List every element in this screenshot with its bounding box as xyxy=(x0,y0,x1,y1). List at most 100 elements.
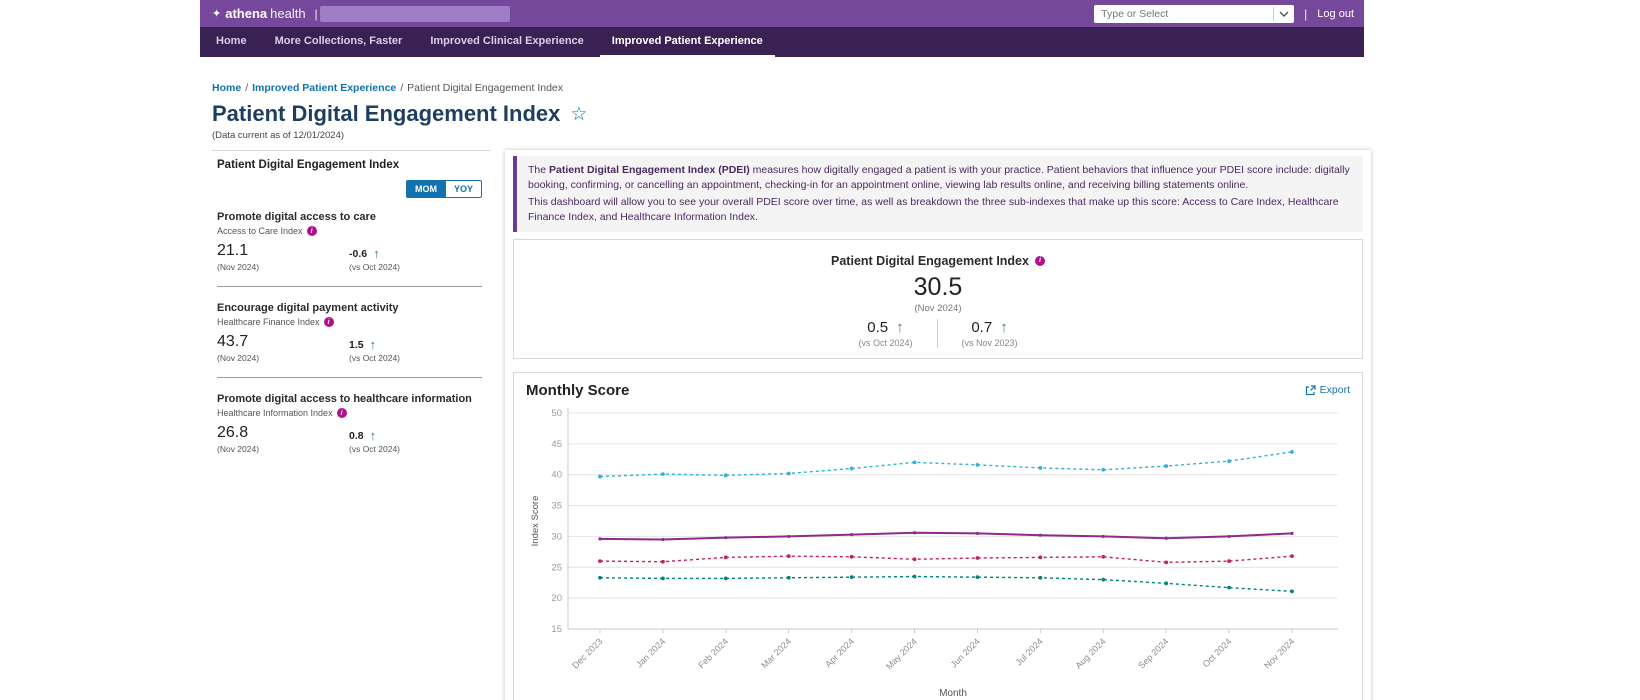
logout-link[interactable]: Log out xyxy=(1317,8,1354,20)
monthly-score-svg: 15 20 25 30 35 40 45 50 Dec 2023 Jan 2024 Feb 2024… xyxy=(530,407,1338,699)
svg-text:Index Score: Index Score xyxy=(530,495,541,546)
header-right-controls: Type or Select | Log out xyxy=(1094,4,1354,23)
period-toggle: MOM YOY xyxy=(217,180,482,198)
info-icon[interactable]: i xyxy=(336,408,347,418)
pdei-score-card: Patient Digital Engagement Index i 30.5 … xyxy=(513,238,1363,359)
metric-index-name: Healthcare Information Index xyxy=(217,408,333,418)
svg-text:20: 20 xyxy=(551,593,562,604)
monthly-score-title: Monthly Score xyxy=(526,381,630,399)
monthly-score-card: Monthly Score Export 15 20 25 30 35 40 45 50 Dec… xyxy=(513,371,1363,700)
nav-item-more-collections[interactable]: More Collections, Faster xyxy=(263,28,415,57)
logo-athena-text: athena xyxy=(225,6,268,21)
up-arrow-icon: ↑ xyxy=(369,337,377,352)
top-header: ✦ athena health | Type or Select | Log out xyxy=(200,0,1364,27)
svg-text:25: 25 xyxy=(551,562,562,573)
metric-delta-period: (vs Oct 2024) xyxy=(349,262,401,272)
pdei-description-banner: The Patient Digital Engagement Index (PD… xyxy=(513,156,1363,232)
svg-text:Aug 2024: Aug 2024 xyxy=(1073,636,1107,670)
export-icon xyxy=(1305,385,1316,395)
svg-text:May 2024: May 2024 xyxy=(884,636,919,671)
svg-text:35: 35 xyxy=(551,500,562,511)
page-content: Home / Improved Patient Experience / Patient… xyxy=(200,57,1371,700)
scorecard-title: Patient Digital Engagement Index xyxy=(831,253,1029,268)
athenahealth-logo-icon: ✦ xyxy=(212,8,222,20)
nav-item-improved-patient[interactable]: Improved Patient Experience xyxy=(599,28,775,57)
metric-value: 43.7 xyxy=(217,333,249,350)
metric-title: Promote digital access to care xyxy=(217,211,376,223)
practice-select-placeholder: Type or Select xyxy=(1101,7,1169,20)
header-divider: | xyxy=(1304,6,1308,21)
monthly-score-chart: 15 20 25 30 35 40 45 50 Dec 2023 Jan 2024 Feb 2024… xyxy=(526,403,1350,700)
svg-text:50: 50 xyxy=(551,408,562,419)
metric-access-to-care: Promote digital access to care Access to… xyxy=(217,198,482,284)
metric-delta-period: (vs Oct 2024) xyxy=(349,444,401,454)
svg-text:45: 45 xyxy=(551,438,562,449)
banner-text: This dashboard will allow you to see you… xyxy=(528,195,1339,223)
yoy-toggle-button[interactable]: YOY xyxy=(445,180,482,198)
global-search-input[interactable] xyxy=(319,5,510,22)
banner-bold-text: Patient Digital Engagement Index (PDEI) xyxy=(549,164,750,176)
svg-text:Jan 2024: Jan 2024 xyxy=(634,636,667,669)
metric-value: 26.8 xyxy=(217,424,249,441)
info-icon[interactable]: i xyxy=(1034,255,1045,266)
export-label: Export xyxy=(1319,384,1350,397)
breadcrumb-current: Patient Digital Engagement Index xyxy=(407,82,564,94)
info-icon[interactable]: i xyxy=(323,317,334,327)
metric-delta: 1.5 xyxy=(349,338,364,351)
chevron-down-icon xyxy=(1273,6,1294,21)
up-arrow-icon: ↑ xyxy=(896,318,904,336)
scorecard-period: (Nov 2024) xyxy=(914,302,962,314)
athenahealth-logo: ✦ athena health | xyxy=(212,6,320,21)
breadcrumb-separator: / xyxy=(400,82,404,94)
divider xyxy=(217,286,482,287)
app-window: ✦ athena health | Type or Select | Log out… xyxy=(200,0,1371,700)
metric-delta: -0.6 xyxy=(349,247,368,260)
delta-value: 0.7 xyxy=(971,318,993,336)
data-current-note: (Data current as of 12/01/2024) xyxy=(212,130,345,141)
main-nav: Home More Collections, Faster Improved C… xyxy=(200,27,1364,57)
breadcrumb: Home / Improved Patient Experience / Patient… xyxy=(212,82,1364,94)
breadcrumb-home-link[interactable]: Home xyxy=(212,82,241,94)
scorecard-value: 30.5 xyxy=(913,272,963,301)
svg-text:Nov 2024: Nov 2024 xyxy=(1262,636,1296,670)
metric-value: 21.1 xyxy=(217,242,249,259)
breadcrumb-separator: / xyxy=(245,82,249,94)
up-arrow-icon: ↑ xyxy=(1000,318,1008,336)
metric-healthcare-information: Promote digital access to healthcare inf… xyxy=(217,380,482,466)
export-button[interactable]: Export xyxy=(1305,384,1350,396)
page-title: Patient Digital Engagement Index xyxy=(212,101,561,126)
up-arrow-icon: ↑ xyxy=(369,428,377,443)
dashboard-panel: The Patient Digital Engagement Index (PD… xyxy=(505,150,1371,700)
svg-text:15: 15 xyxy=(551,624,562,635)
favorite-star-icon[interactable]: ☆ xyxy=(570,105,587,124)
metric-index-name: Access to Care Index xyxy=(217,226,303,236)
delta-vs-prev-month: 0.5 ↑ (vs Oct 2024) xyxy=(834,319,936,348)
metric-title: Encourage digital payment activity xyxy=(217,302,399,314)
delta-period: (vs Nov 2023) xyxy=(961,337,1018,348)
metric-period: (Nov 2024) xyxy=(217,262,260,272)
info-icon[interactable]: i xyxy=(306,226,317,236)
index-summary-sidebar: Patient Digital Engagement Index MOM YOY… xyxy=(212,150,490,700)
metric-period: (Nov 2024) xyxy=(217,444,260,454)
metric-delta: 0.8 xyxy=(349,429,364,442)
nav-item-home[interactable]: Home xyxy=(204,28,259,57)
svg-text:Mar 2024: Mar 2024 xyxy=(759,636,793,670)
svg-text:40: 40 xyxy=(551,469,562,480)
svg-text:Feb 2024: Feb 2024 xyxy=(696,636,730,670)
sidebar-heading: Patient Digital Engagement Index xyxy=(217,159,400,171)
svg-text:Apr 2024: Apr 2024 xyxy=(823,636,856,669)
metric-title: Promote digital access to healthcare inf… xyxy=(217,393,472,405)
metric-healthcare-finance: Encourage digital payment activity Healt… xyxy=(217,289,482,375)
mom-toggle-button[interactable]: MOM xyxy=(405,180,446,198)
svg-text:Jul 2024: Jul 2024 xyxy=(1014,636,1045,667)
banner-text: The xyxy=(528,164,550,176)
breadcrumb-section-link[interactable]: Improved Patient Experience xyxy=(252,82,396,94)
svg-text:Jun 2024: Jun 2024 xyxy=(949,636,982,669)
delta-vs-prev-year: 0.7 ↑ (vs Nov 2023) xyxy=(938,319,1042,348)
metric-period: (Nov 2024) xyxy=(217,353,260,363)
divider xyxy=(217,377,482,378)
nav-item-improved-clinical[interactable]: Improved Clinical Experience xyxy=(418,28,595,57)
logo-divider: | xyxy=(314,6,318,21)
svg-text:Month: Month xyxy=(939,688,967,699)
practice-select[interactable]: Type or Select xyxy=(1094,4,1295,23)
